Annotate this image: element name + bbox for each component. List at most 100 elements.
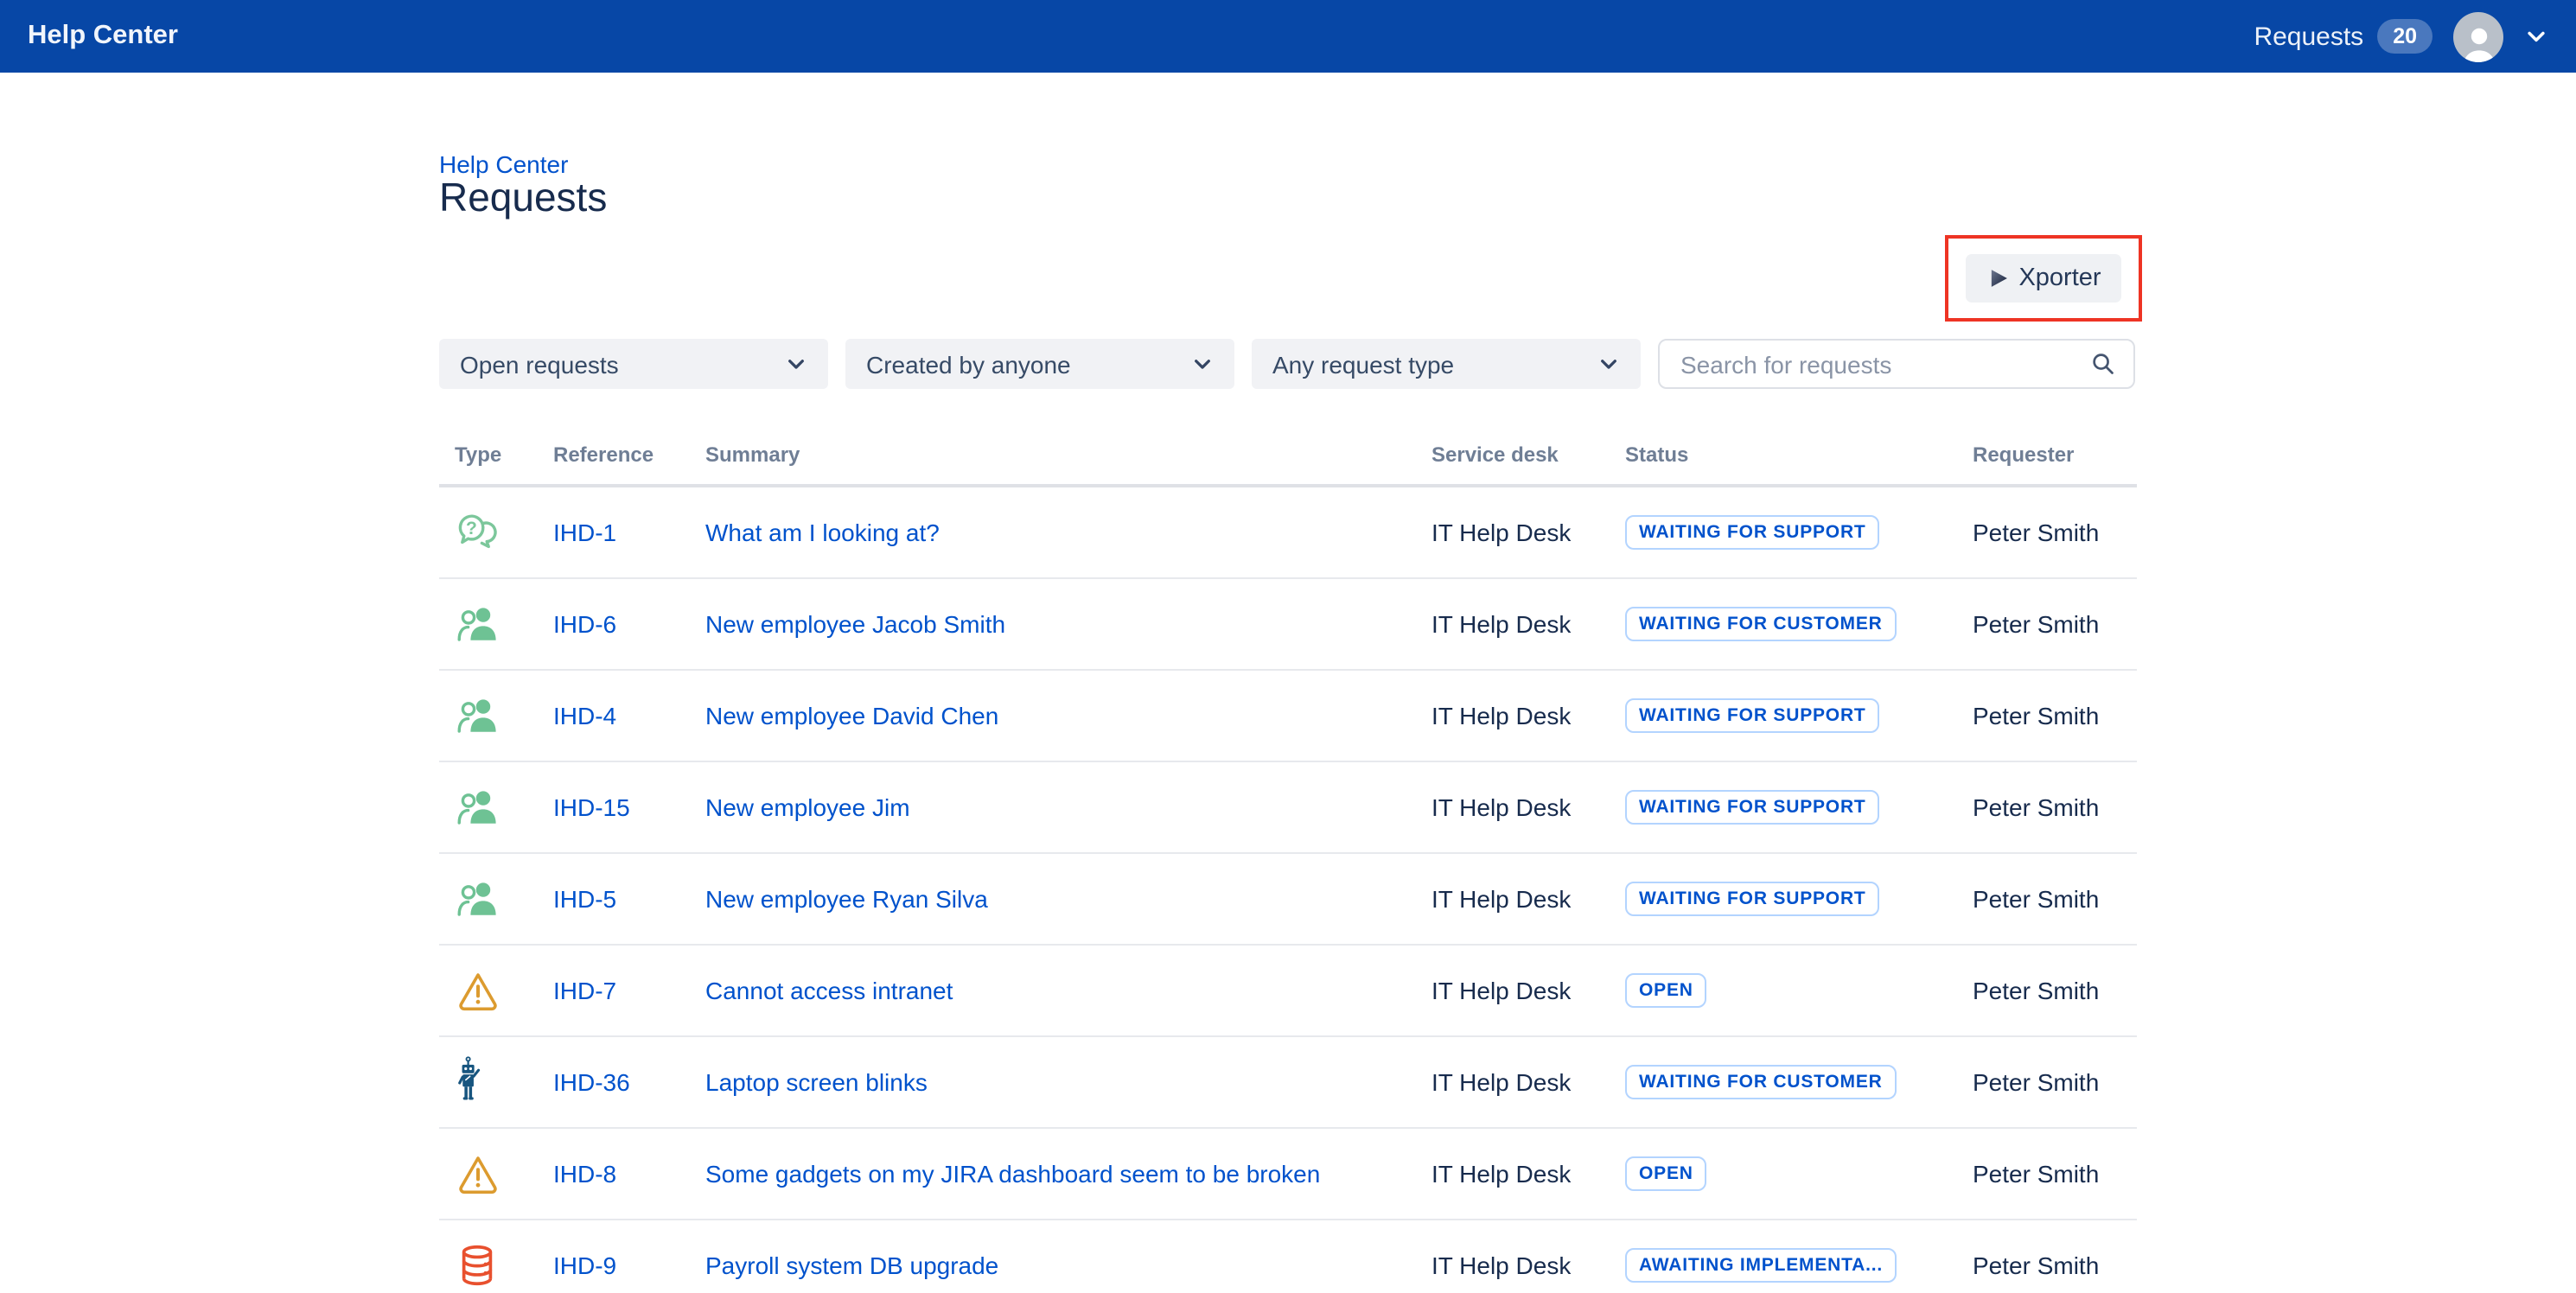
request-summary-link[interactable]: New employee Ryan Silva: [705, 885, 988, 913]
requester-cell: Peter Smith: [1973, 977, 2137, 1004]
database-icon: [455, 1243, 500, 1288]
column-header-type: Type: [439, 443, 553, 467]
requester-cell: Peter Smith: [1973, 610, 2137, 638]
request-reference-link[interactable]: IHD-9: [553, 1252, 616, 1279]
table-row: IHD-15 New employee Jim IT Help Desk WAI…: [439, 762, 2137, 854]
chevron-down-icon: [1597, 353, 1620, 375]
warning-icon: [455, 969, 501, 1012]
request-summary-link[interactable]: New employee Jim: [705, 793, 910, 821]
new-employee-icon: [455, 694, 501, 737]
status-badge: OPEN: [1625, 1156, 1707, 1191]
status-badge: OPEN: [1625, 973, 1707, 1008]
creator-filter-value: Created by anyone: [866, 350, 1071, 378]
service-desk-cell: IT Help Desk: [1431, 793, 1625, 821]
requester-cell: Peter Smith: [1973, 1160, 2137, 1188]
request-summary-link[interactable]: Some gadgets on my JIRA dashboard seem t…: [705, 1160, 1320, 1188]
search-input[interactable]: [1677, 348, 2090, 379]
request-reference-link[interactable]: IHD-7: [553, 977, 616, 1004]
new-employee-icon: [455, 877, 501, 920]
request-type-filter-value: Any request type: [1272, 350, 1454, 378]
requester-cell: Peter Smith: [1973, 885, 2137, 913]
table-row: IHD-6 New employee Jacob Smith IT Help D…: [439, 579, 2137, 671]
chevron-down-icon[interactable]: [2524, 24, 2548, 48]
request-reference-link[interactable]: IHD-1: [553, 519, 616, 546]
help-center-page: Help Center Requests 20 Help Center Requ…: [0, 0, 2576, 1293]
service-desk-cell: IT Help Desk: [1431, 702, 1625, 729]
status-filter-value: Open requests: [460, 350, 619, 378]
column-header-summary: Summary: [705, 443, 1431, 467]
question-icon: ?: [455, 511, 501, 554]
requests-table: Type Reference Summary Service desk Stat…: [439, 425, 2137, 1293]
column-header-status: Status: [1625, 443, 1973, 467]
requester-cell: Peter Smith: [1973, 519, 2137, 546]
xporter-button[interactable]: Xporter: [1965, 254, 2121, 303]
navbar-right: Requests 20: [2254, 11, 2548, 61]
chevron-down-icon: [1191, 353, 1214, 375]
request-reference-link[interactable]: IHD-5: [553, 885, 616, 913]
requester-cell: Peter Smith: [1973, 793, 2137, 821]
screenshot-root: Help Center Requests 20 Help Center Requ…: [0, 0, 2576, 1293]
status-badge: WAITING FOR SUPPORT: [1625, 698, 1880, 733]
person-icon: [2458, 20, 2499, 61]
column-header-reference: Reference: [553, 443, 705, 467]
annotation-highlight: Xporter: [1945, 235, 2142, 322]
avatar[interactable]: [2453, 11, 2503, 61]
search-icon: [2090, 351, 2116, 377]
status-badge: WAITING FOR SUPPORT: [1625, 882, 1880, 916]
requests-count-badge: 20: [2377, 19, 2433, 54]
navbar-title: Help Center: [28, 21, 178, 52]
new-employee-icon: [455, 602, 501, 646]
service-desk-cell: IT Help Desk: [1431, 610, 1625, 638]
service-desk-cell: IT Help Desk: [1431, 1160, 1625, 1188]
creator-filter-dropdown[interactable]: Created by anyone: [845, 339, 1234, 389]
xporter-label: Xporter: [2018, 264, 2101, 292]
status-badge: WAITING FOR CUSTOMER: [1625, 607, 1897, 641]
table-row: IHD-7 Cannot access intranet IT Help Des…: [439, 946, 2137, 1037]
request-summary-link[interactable]: Cannot access intranet: [705, 977, 953, 1004]
request-summary-link[interactable]: What am I looking at?: [705, 519, 940, 546]
request-reference-link[interactable]: IHD-36: [553, 1068, 630, 1096]
status-filter-dropdown[interactable]: Open requests: [439, 339, 828, 389]
table-row: IHD-8 Some gadgets on my JIRA dashboard …: [439, 1129, 2137, 1220]
request-reference-link[interactable]: IHD-6: [553, 610, 616, 638]
navbar-requests-link[interactable]: Requests 20: [2254, 19, 2433, 54]
column-header-service-desk: Service desk: [1431, 443, 1625, 467]
search-box: [1658, 339, 2135, 389]
status-badge: WAITING FOR SUPPORT: [1625, 515, 1880, 550]
play-icon: [1986, 266, 2010, 290]
table-row: IHD-4 New employee David Chen IT Help De…: [439, 671, 2137, 762]
service-desk-cell: IT Help Desk: [1431, 977, 1625, 1004]
request-reference-link[interactable]: IHD-15: [553, 793, 630, 821]
new-employee-icon: [455, 786, 501, 829]
warning-icon: [455, 1152, 501, 1195]
chevron-down-icon: [785, 353, 807, 375]
requester-cell: Peter Smith: [1973, 702, 2137, 729]
table-header: Type Reference Summary Service desk Stat…: [439, 425, 2137, 487]
column-header-requester: Requester: [1973, 443, 2137, 467]
status-badge: AWAITING IMPLEMENTA...: [1625, 1248, 1897, 1283]
page-title: Requests: [439, 175, 607, 221]
requester-cell: Peter Smith: [1973, 1068, 2137, 1096]
request-summary-link[interactable]: Laptop screen blinks: [705, 1068, 928, 1096]
service-desk-cell: IT Help Desk: [1431, 1252, 1625, 1279]
filter-bar: Open requests Created by anyone Any requ…: [439, 339, 2135, 389]
service-desk-cell: IT Help Desk: [1431, 1068, 1625, 1096]
service-desk-cell: IT Help Desk: [1431, 885, 1625, 913]
table-row: ? IHD-1 What am I looking at? IT Help De…: [439, 487, 2137, 579]
table-row: IHD-9 Payroll system DB upgrade IT Help …: [439, 1220, 2137, 1293]
robot-icon: [455, 1055, 484, 1109]
request-reference-link[interactable]: IHD-4: [553, 702, 616, 729]
request-summary-link[interactable]: Payroll system DB upgrade: [705, 1252, 998, 1279]
status-badge: WAITING FOR SUPPORT: [1625, 790, 1880, 825]
navbar-requests-label: Requests: [2254, 22, 2363, 51]
service-desk-cell: IT Help Desk: [1431, 519, 1625, 546]
request-reference-link[interactable]: IHD-8: [553, 1160, 616, 1188]
navbar: Help Center Requests 20: [0, 0, 2576, 73]
svg-text:?: ?: [466, 518, 477, 538]
request-summary-link[interactable]: New employee David Chen: [705, 702, 998, 729]
table-row: IHD-36 Laptop screen blinks IT Help Desk…: [439, 1037, 2137, 1129]
request-summary-link[interactable]: New employee Jacob Smith: [705, 610, 1005, 638]
table-row: IHD-5 New employee Ryan Silva IT Help De…: [439, 854, 2137, 946]
requester-cell: Peter Smith: [1973, 1252, 2137, 1279]
request-type-filter-dropdown[interactable]: Any request type: [1252, 339, 1641, 389]
